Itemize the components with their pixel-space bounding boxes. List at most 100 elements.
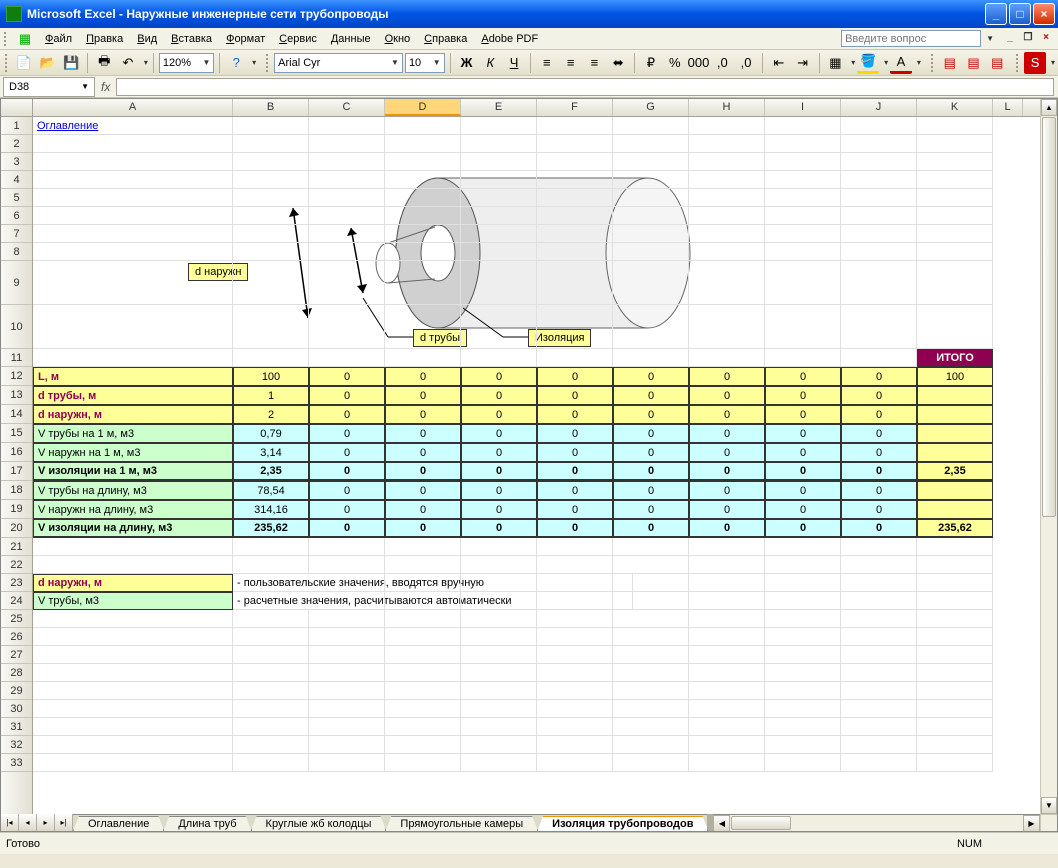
maximize-button[interactable]: □ (1009, 3, 1031, 25)
cell-F6[interactable] (537, 207, 613, 225)
cell-J8[interactable] (841, 243, 917, 261)
cell-F10[interactable] (537, 305, 613, 349)
sheet-tab-1[interactable]: Длина труб (163, 816, 251, 831)
cell-C2[interactable] (309, 135, 385, 153)
scroll-down-icon[interactable]: ▼ (1041, 797, 1057, 814)
cell-J12[interactable]: 0 (841, 367, 917, 386)
cell-I25[interactable] (765, 610, 841, 628)
cell-G23[interactable] (613, 574, 689, 592)
cell-B17[interactable]: 2,35 (233, 462, 309, 481)
cell-H4[interactable] (689, 171, 765, 189)
cell-B14[interactable]: 2 (233, 405, 309, 424)
cell-G27[interactable] (613, 646, 689, 664)
cell-H8[interactable] (689, 243, 765, 261)
close-button[interactable]: × (1033, 3, 1055, 25)
horizontal-scrollbar[interactable]: ◀ ▶ (713, 814, 1040, 831)
cell-E2[interactable] (461, 135, 537, 153)
cell-I28[interactable] (765, 664, 841, 682)
cell-C12[interactable]: 0 (309, 367, 385, 386)
cell-I21[interactable] (765, 538, 841, 556)
cell-F11[interactable] (537, 349, 613, 367)
cell-B27[interactable] (233, 646, 309, 664)
row-header-24[interactable]: 24 (1, 592, 32, 610)
cell-H32[interactable] (689, 736, 765, 754)
cell-E8[interactable] (461, 243, 537, 261)
col-header-F[interactable]: F (537, 99, 613, 116)
row-header-4[interactable]: 4 (1, 171, 32, 189)
cell-F31[interactable] (537, 718, 613, 736)
menu-вид[interactable]: Вид (130, 31, 164, 47)
cell-A30[interactable] (33, 700, 233, 718)
cell-D25[interactable] (385, 610, 461, 628)
cell-I10[interactable] (765, 305, 841, 349)
cell-C26[interactable] (309, 628, 385, 646)
cell-K28[interactable] (917, 664, 993, 682)
cell-G8[interactable] (613, 243, 689, 261)
cell-A33[interactable] (33, 754, 233, 772)
cell-F15[interactable]: 0 (537, 424, 613, 443)
cell-I30[interactable] (765, 700, 841, 718)
cell-K4[interactable] (917, 171, 993, 189)
col-header-L[interactable]: L (993, 99, 1023, 116)
minimize-button[interactable]: _ (985, 3, 1007, 25)
cell-K27[interactable] (917, 646, 993, 664)
cell-I11[interactable] (765, 349, 841, 367)
cell-C18[interactable]: 0 (309, 481, 385, 500)
doc-close-button[interactable]: × (1038, 32, 1054, 46)
col-header-J[interactable]: J (841, 99, 917, 116)
cell-A4[interactable] (33, 171, 233, 189)
fontcolor-dropdown-icon[interactable]: ▾ (917, 58, 921, 67)
cell-A29[interactable] (33, 682, 233, 700)
tab-next-icon[interactable]: ▸ (37, 814, 55, 831)
cell-F19[interactable]: 0 (537, 500, 613, 519)
cell-E22[interactable] (461, 556, 537, 574)
cell-K7[interactable] (917, 225, 993, 243)
vertical-scrollbar[interactable]: ▲ ▼ (1040, 99, 1057, 814)
italic-icon[interactable]: К (479, 52, 501, 74)
cell-G16[interactable]: 0 (613, 443, 689, 462)
cell-G24[interactable] (613, 592, 689, 610)
formula-input[interactable] (116, 78, 1054, 96)
menu-файл[interactable]: Файл (38, 31, 79, 47)
cell-A6[interactable] (33, 207, 233, 225)
grip-icon[interactable] (266, 54, 270, 72)
cell-A3[interactable] (33, 153, 233, 171)
cell-I8[interactable] (765, 243, 841, 261)
cell-E20[interactable]: 0 (461, 519, 537, 538)
cell-A32[interactable] (33, 736, 233, 754)
cell-J21[interactable] (841, 538, 917, 556)
cell-B8[interactable] (233, 243, 309, 261)
cell-C25[interactable] (309, 610, 385, 628)
cell-D15[interactable]: 0 (385, 424, 461, 443)
cell-F20[interactable]: 0 (537, 519, 613, 538)
tab-last-icon[interactable]: ▸| (55, 814, 73, 831)
cell-I12[interactable]: 0 (765, 367, 841, 386)
row-header-31[interactable]: 31 (1, 718, 32, 736)
cell-H3[interactable] (689, 153, 765, 171)
help-dropdown-icon[interactable]: ▼ (986, 34, 994, 43)
cell-B29[interactable] (233, 682, 309, 700)
cell-C32[interactable] (309, 736, 385, 754)
cell-K26[interactable] (917, 628, 993, 646)
pdf-review-icon[interactable]: ▤ (986, 52, 1008, 74)
cell-G21[interactable] (613, 538, 689, 556)
cell-J5[interactable] (841, 189, 917, 207)
cell-H17[interactable]: 0 (689, 462, 765, 481)
cell-K2[interactable] (917, 135, 993, 153)
menu-справка[interactable]: Справка (417, 31, 474, 47)
cell-J25[interactable] (841, 610, 917, 628)
cell-G20[interactable]: 0 (613, 519, 689, 538)
cell-I15[interactable]: 0 (765, 424, 841, 443)
cell-H29[interactable] (689, 682, 765, 700)
menu-правка[interactable]: Правка (79, 31, 130, 47)
cell-B18[interactable]: 78,54 (233, 481, 309, 500)
cell-I14[interactable]: 0 (765, 405, 841, 424)
cell-F9[interactable] (537, 261, 613, 305)
row-header-25[interactable]: 25 (1, 610, 32, 628)
cell-G22[interactable] (613, 556, 689, 574)
row-header-26[interactable]: 26 (1, 628, 32, 646)
cell-J29[interactable] (841, 682, 917, 700)
row-header-12[interactable]: 12 (1, 367, 32, 386)
hscroll-thumb[interactable] (731, 816, 791, 830)
cell-G33[interactable] (613, 754, 689, 772)
